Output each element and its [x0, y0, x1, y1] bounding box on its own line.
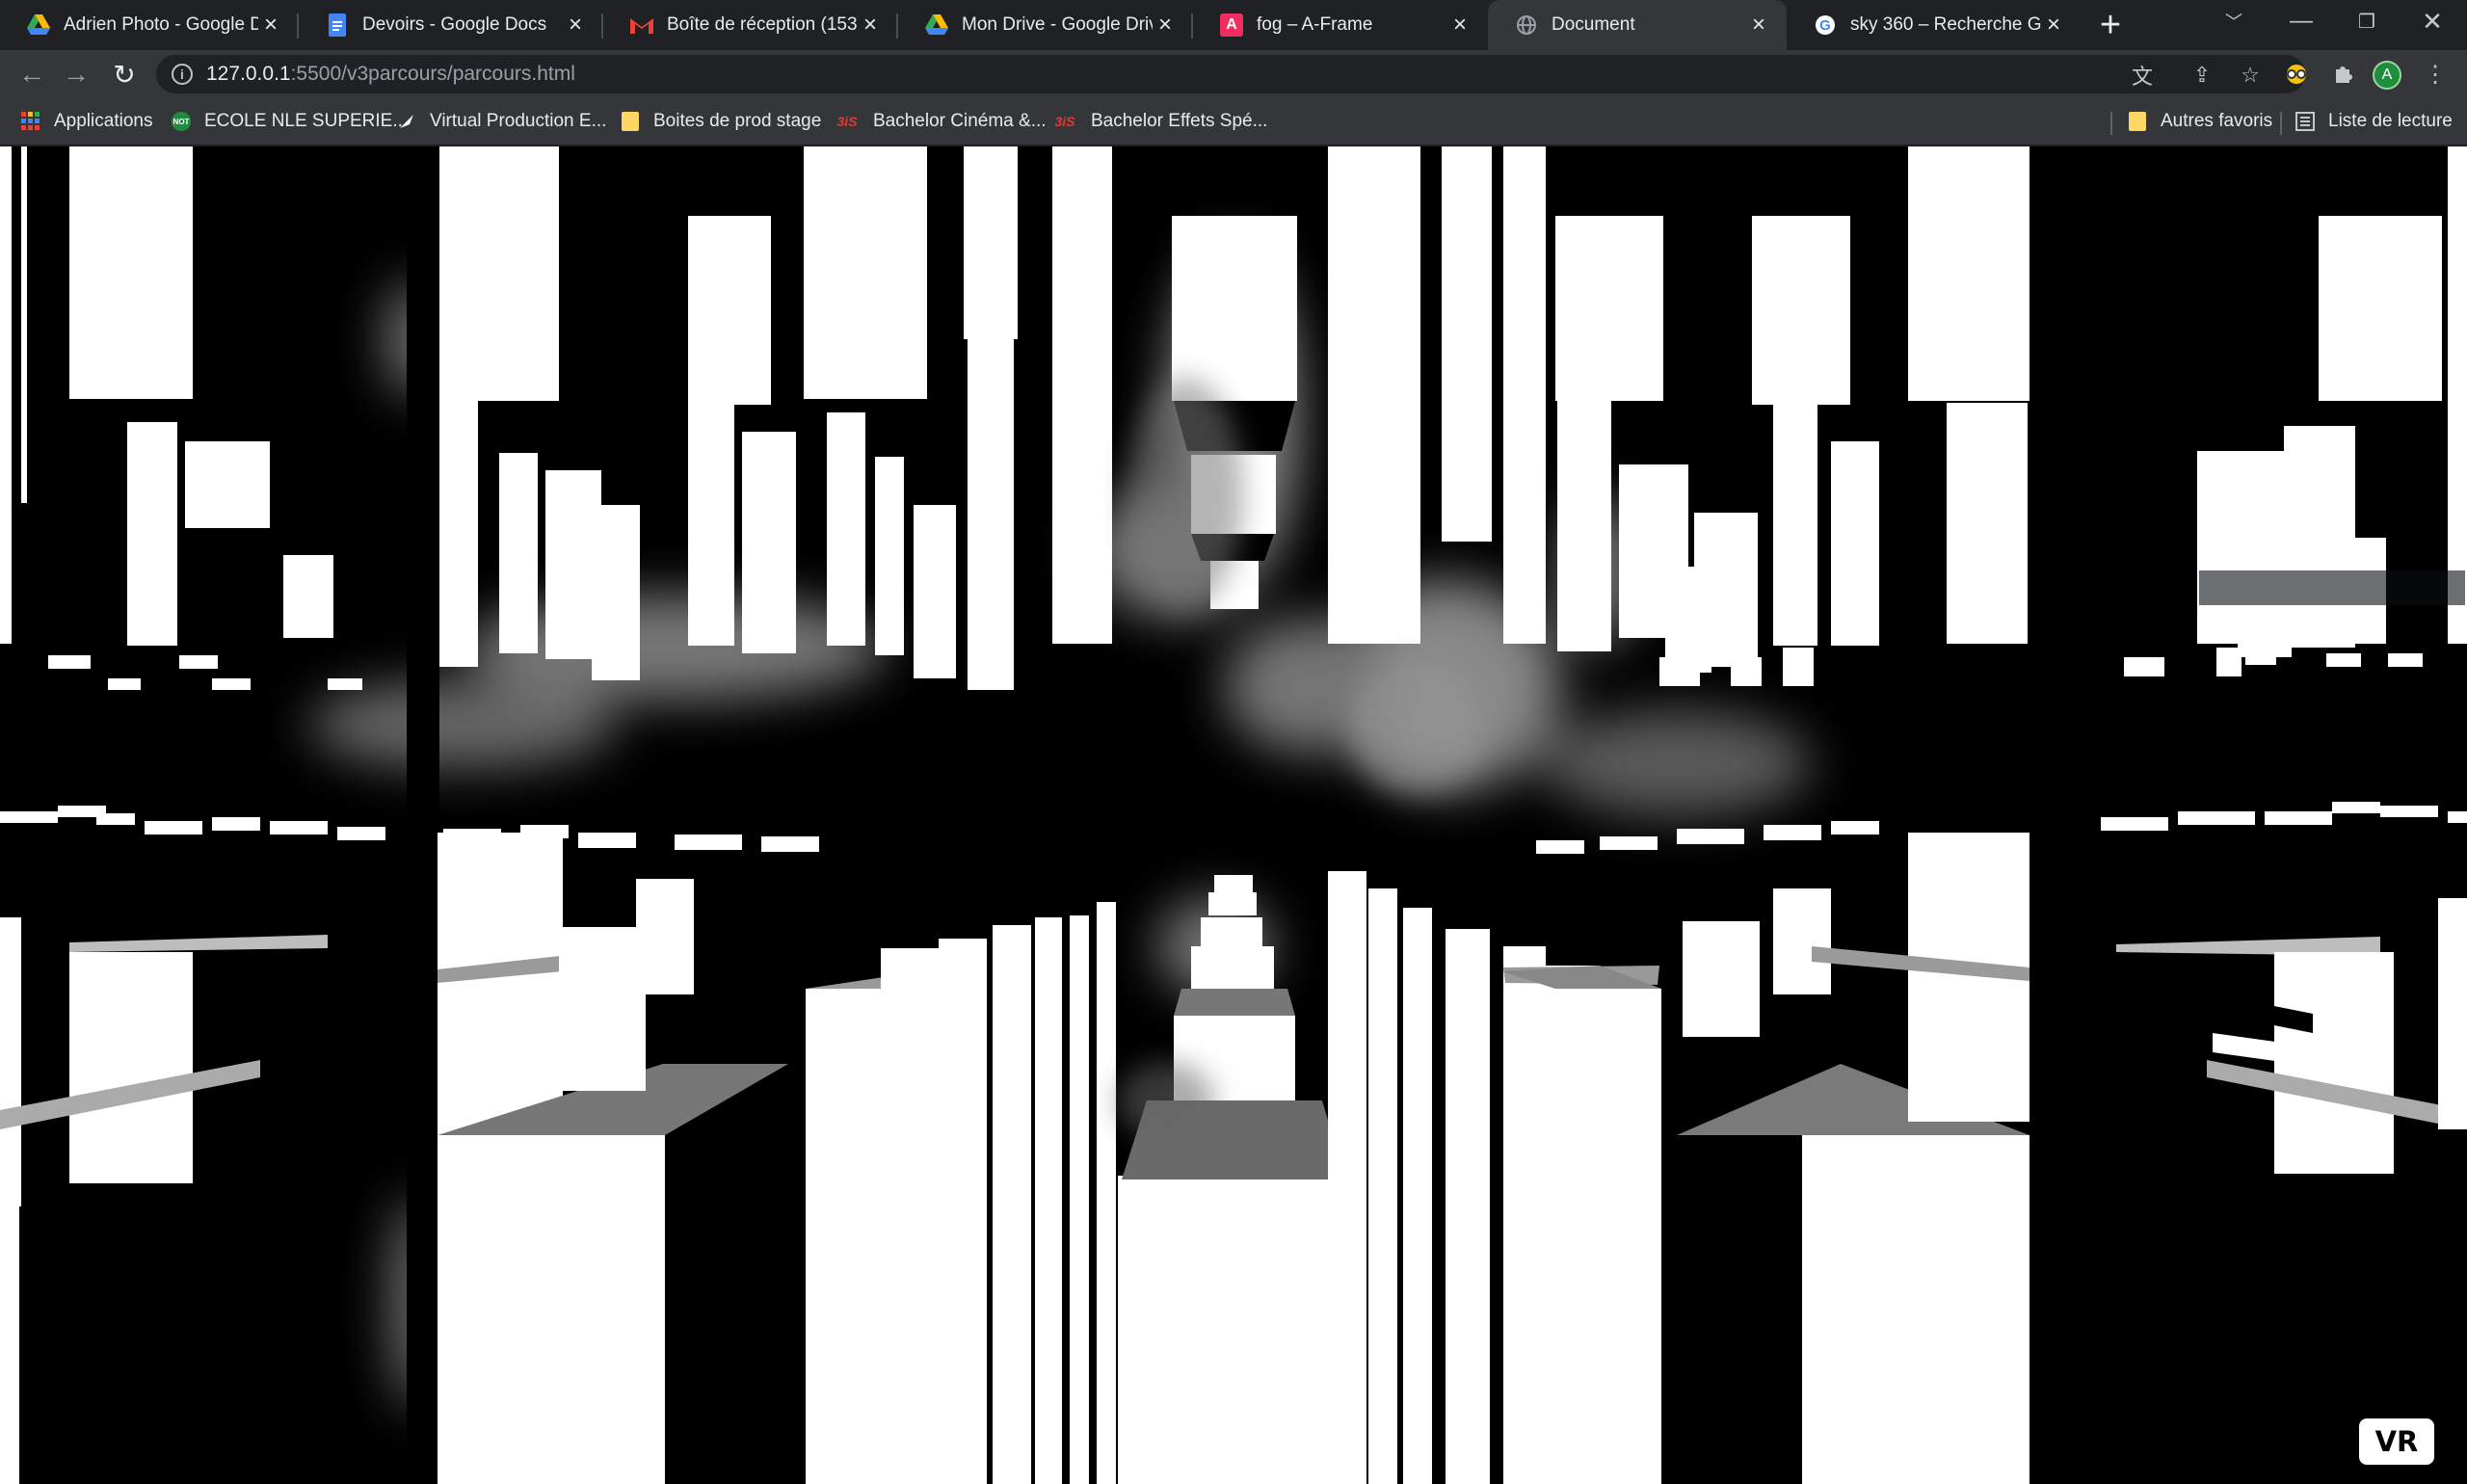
tab-search-chevron-icon[interactable]: ﹀ — [2205, 0, 2263, 42]
bookmark-label: Bachelor Cinéma &... — [873, 111, 1047, 131]
site-info-icon[interactable]: i — [172, 64, 193, 85]
url-path: :5500/v3parcours/parcours.html — [290, 63, 575, 85]
aframe-icon: A — [1220, 13, 1243, 37]
close-tab-icon[interactable]: × — [858, 12, 883, 38]
bookmark-label: Applications — [54, 111, 153, 131]
tab-adrien-photo[interactable]: Adrien Photo - Google Dri × — [0, 0, 299, 50]
extension-glasses-icon[interactable] — [2280, 58, 2313, 91]
scene-render — [0, 146, 2467, 1484]
enter-vr-button[interactable]: VR — [2359, 1418, 2434, 1465]
bookmark-bachelor-effets[interactable]: 3iS Bachelor Effets Spé... — [1052, 98, 1267, 145]
google-drive-icon — [27, 13, 50, 37]
feather-icon — [397, 112, 416, 131]
close-tab-icon[interactable]: × — [1447, 12, 1472, 38]
tab-mon-drive[interactable]: Mon Drive - Google Drive × — [898, 0, 1193, 50]
close-window-button[interactable]: ✕ — [2403, 0, 2461, 42]
brand-logo-icon: 3iS — [1054, 114, 1075, 129]
aframe-scene-canvas[interactable]: VR — [0, 146, 2467, 1484]
bookmark-label: Liste de lecture — [2328, 111, 2453, 131]
folder-icon — [621, 112, 640, 131]
tab-strip: Adrien Photo - Google Dri × Devoirs - Go… — [0, 0, 2467, 50]
close-tab-icon[interactable]: × — [258, 12, 283, 38]
profile-avatar[interactable]: A — [2373, 61, 2401, 90]
browser-toolbar: ← → ↻ i 127.0.0.1:5500/v3parcours/parcou… — [0, 50, 2467, 98]
tab-title: sky 360 – Recherche Goog — [1850, 14, 2041, 35]
close-tab-icon[interactable]: × — [2041, 12, 2066, 38]
restore-button[interactable]: ❐ — [2338, 0, 2396, 42]
gmail-icon — [630, 13, 653, 37]
bookmark-label: Virtual Production E... — [430, 111, 607, 131]
menu-kebab-icon[interactable]: ⋮ — [2419, 58, 2452, 91]
bookmark-reading-list[interactable]: Liste de lecture — [2295, 98, 2453, 145]
tab-document[interactable]: Document × — [1488, 0, 1787, 50]
tab-title: Adrien Photo - Google Dri — [64, 14, 258, 35]
bookmark-star-icon[interactable]: ☆ — [2238, 63, 2263, 88]
tab-title: Boîte de réception (153) - — [667, 14, 858, 35]
tab-title: Mon Drive - Google Drive — [962, 14, 1153, 35]
tab-devoirs[interactable]: Devoirs - Google Docs × — [299, 0, 603, 50]
tab-title: Devoirs - Google Docs — [362, 14, 547, 35]
tab-sky-360[interactable]: G sky 360 – Recherche Goog × — [1787, 0, 2082, 50]
bookmarks-divider — [2110, 112, 2112, 135]
bookmark-label: ECOLE NLE SUPERIE... — [204, 111, 409, 131]
url-host: 127.0.0.1 — [206, 63, 291, 85]
close-tab-icon[interactable]: × — [1153, 12, 1178, 38]
apps-grid-icon — [21, 112, 40, 131]
address-bar[interactable]: i 127.0.0.1:5500/v3parcours/parcours.htm… — [156, 55, 2305, 93]
google-drive-icon — [925, 13, 948, 37]
google-docs-icon — [326, 13, 349, 37]
tab-fog-aframe[interactable]: A fog – A-Frame × — [1193, 0, 1488, 50]
bookmark-virtual-production[interactable]: Virtual Production E... — [397, 98, 606, 145]
forward-button[interactable]: → — [56, 54, 96, 94]
url-text[interactable]: 127.0.0.1:5500/v3parcours/parcours.html — [206, 63, 575, 86]
tab-title: fog – A-Frame — [1257, 14, 1373, 35]
bookmark-applications[interactable]: Applications — [21, 98, 152, 145]
faded-overlay-box — [2199, 570, 2465, 605]
tab-title: Document — [1552, 14, 1635, 35]
bookmark-label: Autres favoris — [2161, 111, 2273, 131]
close-tab-icon[interactable]: × — [1746, 12, 1771, 38]
new-tab-button[interactable]: + — [2082, 4, 2139, 46]
bookmarks-divider — [2280, 112, 2282, 135]
google-icon: G — [1814, 13, 1837, 37]
globe-icon — [1515, 13, 1538, 37]
bookmark-autres-favoris[interactable]: Autres favoris — [2128, 98, 2272, 145]
back-button[interactable]: ← — [12, 54, 52, 94]
brand-logo-icon: 3iS — [836, 114, 858, 129]
bookmark-ecole[interactable]: NOT ECOLE NLE SUPERIE... — [172, 98, 408, 145]
bookmarks-bar: Applications NOT ECOLE NLE SUPERIE... Vi… — [0, 98, 2467, 146]
close-tab-icon[interactable]: × — [563, 12, 588, 38]
reading-list-icon — [2295, 112, 2315, 131]
translate-icon[interactable]: 文 — [2130, 63, 2155, 89]
tab-gmail[interactable]: Boîte de réception (153) - × — [603, 0, 898, 50]
folder-icon — [2128, 112, 2147, 131]
bookmark-bachelor-cinema[interactable]: 3iS Bachelor Cinéma &... — [835, 98, 1047, 145]
minimize-button[interactable]: — — [2272, 0, 2330, 42]
bookmark-label: Boites de prod stage — [653, 111, 822, 131]
bookmark-boites-prod[interactable]: Boites de prod stage — [621, 98, 821, 145]
reload-button[interactable]: ↻ — [104, 54, 145, 94]
bookmark-label: Bachelor Effets Spé... — [1091, 111, 1268, 131]
extensions-puzzle-icon[interactable] — [2326, 58, 2359, 91]
share-icon[interactable]: ⇪ — [2189, 63, 2215, 88]
school-logo-icon: NOT — [172, 112, 191, 131]
svg-text:G: G — [1819, 17, 1831, 34]
